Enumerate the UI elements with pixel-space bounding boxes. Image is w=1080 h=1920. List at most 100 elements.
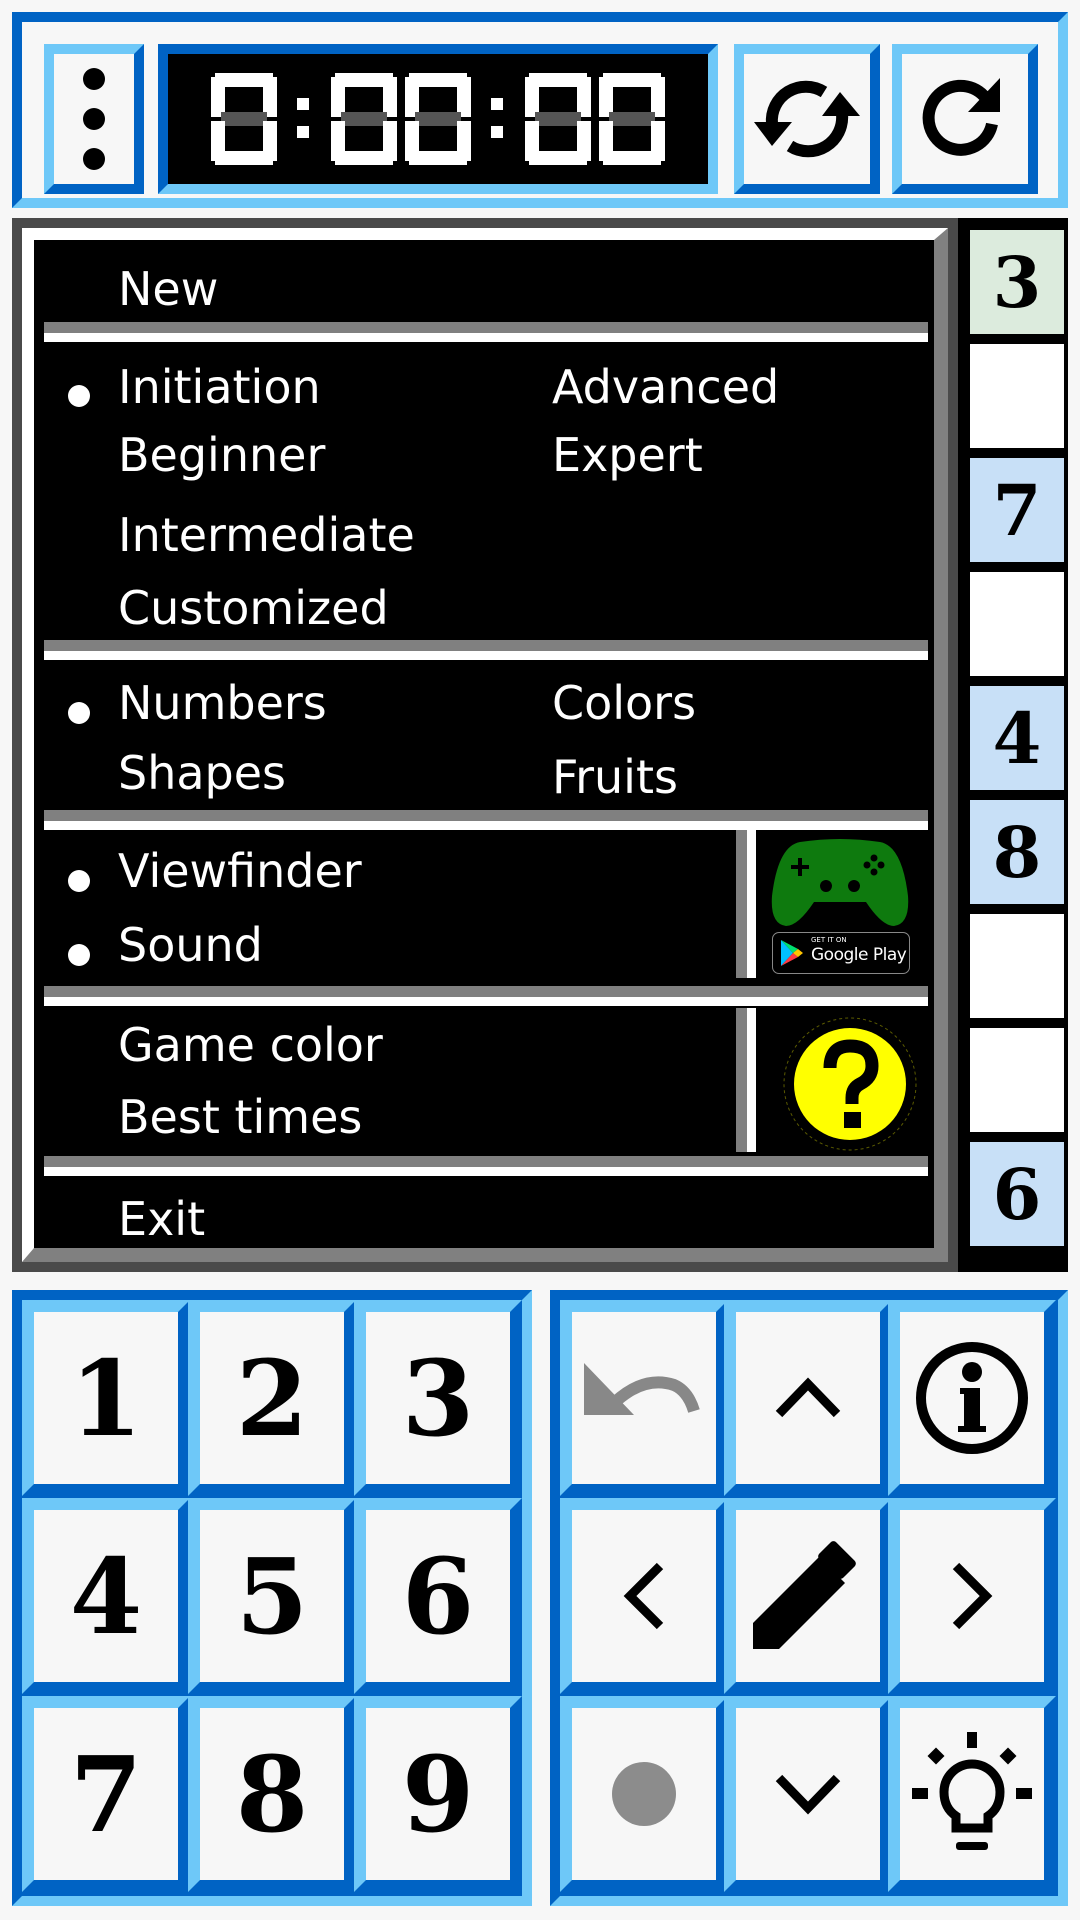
chevron-up-icon [775, 1377, 841, 1418]
more-vertical-icon [83, 68, 105, 170]
number-key-3[interactable]: 3 [354, 1300, 522, 1496]
help-button[interactable] [782, 1016, 918, 1152]
number-key-label: 5 [235, 1534, 309, 1658]
number-key-9[interactable]: 9 [354, 1696, 522, 1892]
badge-large-text: Google Play [811, 945, 907, 965]
number-key-7[interactable]: 7 [22, 1696, 190, 1892]
hint-button[interactable] [888, 1696, 1056, 1892]
menu-item-game-color[interactable]: Game color [118, 1018, 383, 1072]
board-cell[interactable] [970, 572, 1064, 676]
menu-toggle-viewfinder[interactable]: Viewfinder [118, 844, 362, 898]
menu-level-initiation[interactable]: Initiation [118, 360, 321, 414]
menu-symbol-fruits[interactable]: Fruits [552, 750, 678, 804]
clear-button[interactable] [560, 1696, 728, 1892]
number-key-label: 6 [401, 1534, 475, 1658]
tool-pad [550, 1290, 1068, 1906]
dot-icon [612, 1762, 676, 1826]
info-icon [916, 1342, 1028, 1454]
menu-level-intermediate[interactable]: Intermediate [118, 508, 415, 562]
timer-digit [525, 73, 591, 165]
board-cell[interactable]: 4 [970, 686, 1064, 790]
menu-level-customized[interactable]: Customized [118, 581, 389, 635]
timer-digits [207, 73, 669, 165]
selected-bullet [68, 702, 90, 724]
menu-divider [44, 810, 928, 832]
board-cell[interactable]: 3 [970, 230, 1064, 334]
number-key-label: 7 [69, 1732, 143, 1856]
board-cell[interactable] [970, 914, 1064, 1018]
number-pad: 123 456 789 [12, 1290, 532, 1906]
menu-level-beginner[interactable]: Beginner [118, 428, 325, 482]
undo-button[interactable] [560, 1300, 728, 1496]
selected-bullet [68, 385, 90, 407]
help-icon [783, 1017, 917, 1151]
badge-small-text: GET IT ON [811, 936, 847, 944]
menu-symbol-shapes[interactable]: Shapes [118, 746, 286, 800]
timer-digit [331, 73, 397, 165]
menu-button[interactable] [44, 44, 144, 194]
options-menu: New Initiation Beginner Intermediate Cus… [12, 218, 958, 1272]
top-toolbar: 8:88:88 [12, 12, 1068, 208]
lightbulb-icon [912, 1732, 1032, 1850]
number-key-label: 2 [235, 1336, 309, 1460]
info-button[interactable] [888, 1300, 1056, 1496]
menu-vertical-divider [736, 830, 758, 978]
number-key-label: 9 [401, 1732, 475, 1856]
menu-toggle-sound[interactable]: Sound [118, 918, 263, 972]
timer-digit [211, 73, 277, 165]
pencil-button[interactable] [724, 1498, 892, 1694]
timer-digit [599, 73, 665, 165]
number-key-2[interactable]: 2 [188, 1300, 356, 1496]
timer-display: 8:88:88 [158, 44, 718, 194]
menu-level-advanced[interactable]: Advanced [552, 360, 779, 414]
menu-vertical-divider [736, 1008, 758, 1152]
redo-icon [922, 78, 1000, 156]
menu-level-expert[interactable]: Expert [552, 428, 703, 482]
menu-divider [44, 986, 928, 1008]
pencil-icon [753, 1541, 856, 1649]
menu-symbol-numbers[interactable]: Numbers [118, 676, 327, 730]
up-button[interactable] [724, 1300, 892, 1496]
number-key-1[interactable]: 1 [22, 1300, 190, 1496]
undo-icon [584, 1363, 700, 1415]
number-key-4[interactable]: 4 [22, 1498, 190, 1694]
left-button[interactable] [560, 1498, 728, 1694]
google-play-badge: GET IT ON Google Play [772, 932, 910, 974]
sync-icon [754, 80, 860, 158]
menu-symbol-colors[interactable]: Colors [552, 676, 696, 730]
menu-divider [44, 640, 928, 662]
google-play-link[interactable]: GET IT ON Google Play [770, 836, 910, 976]
number-key-label: 1 [69, 1336, 143, 1460]
checked-bullet [68, 870, 90, 892]
chevron-left-icon [623, 1562, 664, 1630]
right-button[interactable] [888, 1498, 1056, 1694]
chevron-down-icon [775, 1774, 841, 1815]
down-button[interactable] [724, 1696, 892, 1892]
number-key-label: 3 [401, 1336, 475, 1460]
number-key-label: 8 [235, 1732, 309, 1856]
board-cell[interactable] [970, 1028, 1064, 1132]
menu-item-exit[interactable]: Exit [118, 1192, 205, 1246]
board-cell[interactable]: 7 [970, 458, 1064, 562]
number-key-label: 4 [69, 1534, 143, 1658]
board-cell[interactable]: 6 [970, 1142, 1064, 1246]
checked-bullet [68, 944, 90, 966]
number-key-8[interactable]: 8 [188, 1696, 356, 1892]
board-cell[interactable]: 8 [970, 800, 1064, 904]
timer-digit [405, 73, 471, 165]
menu-item-new[interactable]: New [118, 262, 218, 316]
menu-item-best-times[interactable]: Best times [118, 1090, 362, 1144]
play-store-icon [781, 940, 803, 966]
timer-colon [297, 84, 311, 154]
timer-colon [491, 84, 505, 154]
menu-panel: New Initiation Beginner Intermediate Cus… [22, 228, 948, 1262]
menu-divider [44, 1156, 928, 1178]
shuffle-button[interactable] [734, 44, 880, 194]
board-cell[interactable] [970, 344, 1064, 448]
restart-button[interactable] [892, 44, 1038, 194]
menu-divider [44, 322, 928, 344]
number-key-5[interactable]: 5 [188, 1498, 356, 1694]
gamepad-icon [771, 839, 909, 926]
number-key-6[interactable]: 6 [354, 1498, 522, 1694]
chevron-right-icon [952, 1562, 993, 1630]
